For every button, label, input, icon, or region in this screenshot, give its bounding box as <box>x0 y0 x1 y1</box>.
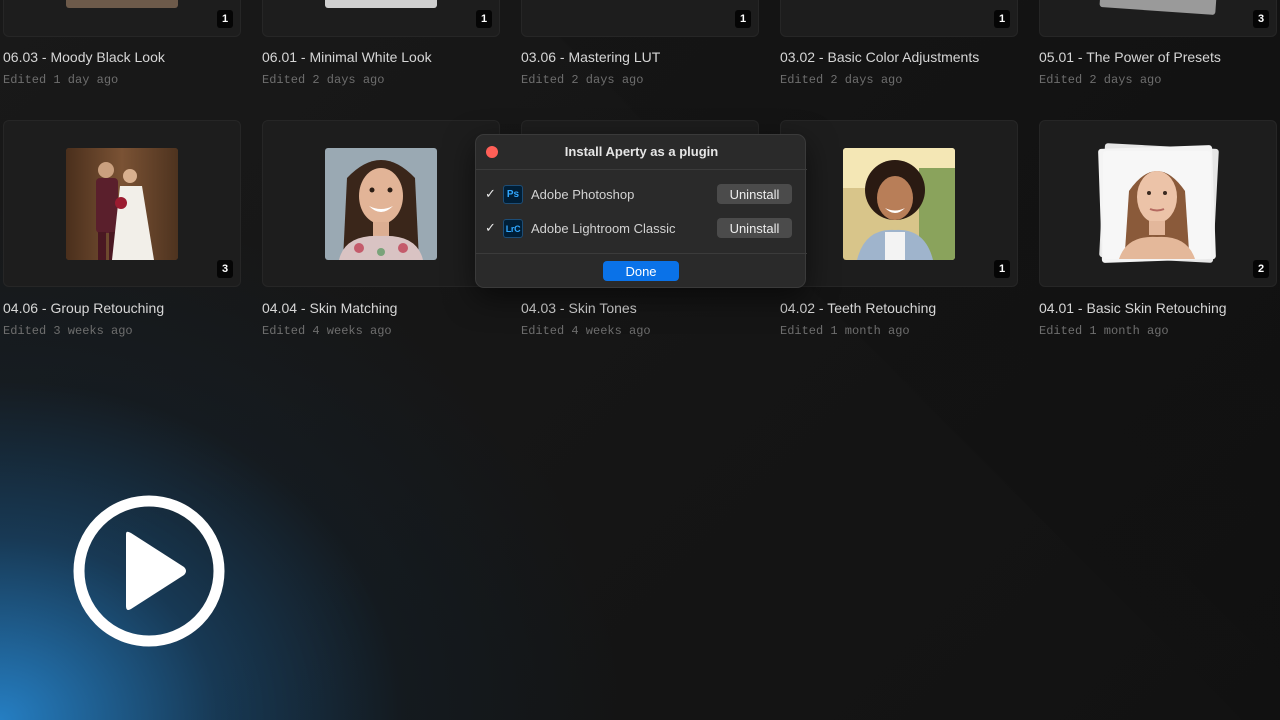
photo-count-badge: 1 <box>217 10 233 28</box>
project-title: 04.01 - Basic Skin Retouching <box>1039 300 1227 316</box>
project-thumbnail[interactable]: 3 <box>1039 0 1277 37</box>
project-thumbnail[interactable]: 1 <box>262 0 500 37</box>
project-title: 06.01 - Minimal White Look <box>262 49 432 65</box>
photo-count-badge: 1 <box>994 10 1010 28</box>
project-edited-time: Edited 2 days ago <box>780 73 903 87</box>
photo-count-badge: 1 <box>476 10 492 28</box>
plugin-name: Adobe Photoshop <box>531 187 635 202</box>
install-plugin-dialog: Install Aperty as a plugin ✓ Ps Adobe Ph… <box>475 134 807 288</box>
plugin-name: Adobe Lightroom Classic <box>531 221 676 236</box>
project-photo <box>66 148 178 260</box>
project-thumbnail[interactable]: 3 <box>3 120 241 287</box>
project-photo <box>66 0 178 8</box>
project-title: 04.03 - Skin Tones <box>521 300 637 316</box>
project-thumbnail[interactable]: 1 <box>3 0 241 37</box>
project-thumbnail[interactable] <box>262 120 500 287</box>
dialog-title: Install Aperty as a plugin <box>564 144 719 159</box>
dialog-divider <box>476 169 807 170</box>
project-photo <box>1103 151 1211 259</box>
uninstall-lightroom-button[interactable]: Uninstall <box>717 218 792 238</box>
project-edited-time: Edited 4 weeks ago <box>262 324 392 338</box>
project-title: 04.06 - Group Retouching <box>3 300 165 316</box>
checkmark-icon: ✓ <box>485 186 496 201</box>
project-thumbnail[interactable]: 1 <box>780 0 1018 37</box>
project-edited-time: Edited 2 days ago <box>262 73 385 87</box>
photo-count-badge: 2 <box>1253 260 1269 278</box>
project-title: 06.03 - Moody Black Look <box>3 49 165 65</box>
checkmark-icon: ✓ <box>485 220 496 235</box>
project-title: 05.01 - The Power of Presets <box>1039 49 1221 65</box>
project-thumbnail[interactable]: 1 <box>521 0 759 37</box>
photo-count-badge: 1 <box>994 260 1010 278</box>
project-thumbnail[interactable]: 2 <box>1039 120 1277 287</box>
done-button[interactable]: Done <box>603 261 679 281</box>
dialog-divider <box>476 253 807 254</box>
project-edited-time: Edited 4 weeks ago <box>521 324 651 338</box>
photo-count-badge: 1 <box>735 10 751 28</box>
project-edited-time: Edited 1 month ago <box>780 324 910 338</box>
play-circle-icon[interactable] <box>72 494 226 648</box>
project-edited-time: Edited 3 weeks ago <box>3 324 133 338</box>
project-photo-stack <box>1099 0 1217 16</box>
project-edited-time: Edited 2 days ago <box>521 73 644 87</box>
project-title: 04.04 - Skin Matching <box>262 300 398 316</box>
project-title: 03.06 - Mastering LUT <box>521 49 661 65</box>
project-photo <box>325 0 437 8</box>
lightroom-classic-icon: LrC <box>503 219 523 238</box>
project-title: 03.02 - Basic Color Adjustments <box>780 49 980 65</box>
project-title: 04.02 - Teeth Retouching <box>780 300 937 316</box>
project-edited-time: Edited 1 month ago <box>1039 324 1169 338</box>
plugin-row-lightroom: ✓ LrC Adobe Lightroom Classic Uninstall <box>476 217 807 241</box>
project-photo <box>843 148 955 260</box>
uninstall-photoshop-button[interactable]: Uninstall <box>717 184 792 204</box>
project-edited-time: Edited 2 days ago <box>1039 73 1162 87</box>
photoshop-icon: Ps <box>503 185 523 204</box>
photo-count-badge: 3 <box>217 260 233 278</box>
project-edited-time: Edited 1 day ago <box>3 73 119 87</box>
project-thumbnail[interactable]: 1 <box>780 120 1018 287</box>
project-photo <box>325 148 437 260</box>
plugin-row-photoshop: ✓ Ps Adobe Photoshop Uninstall <box>476 183 807 207</box>
photo-count-badge: 3 <box>1253 10 1269 28</box>
